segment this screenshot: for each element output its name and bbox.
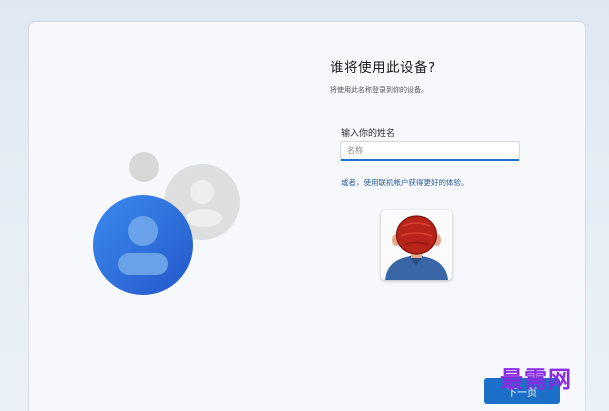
page-subtitle: 将使用此名称登录到你的设备。 xyxy=(330,86,428,94)
name-input[interactable] xyxy=(340,141,520,161)
name-label: 输入你的姓名 xyxy=(341,129,396,139)
online-account-link[interactable]: 或者，使用联机帐户获得更好的体验。 xyxy=(341,177,469,188)
page-title: 谁将使用此设备? xyxy=(330,60,436,76)
profile-photo xyxy=(381,210,452,280)
main-avatar-icon xyxy=(93,195,193,295)
watermark-logo: 最需网 xyxy=(500,366,572,393)
small-dot-icon xyxy=(129,152,159,182)
user-avatar-illustration xyxy=(93,152,240,295)
